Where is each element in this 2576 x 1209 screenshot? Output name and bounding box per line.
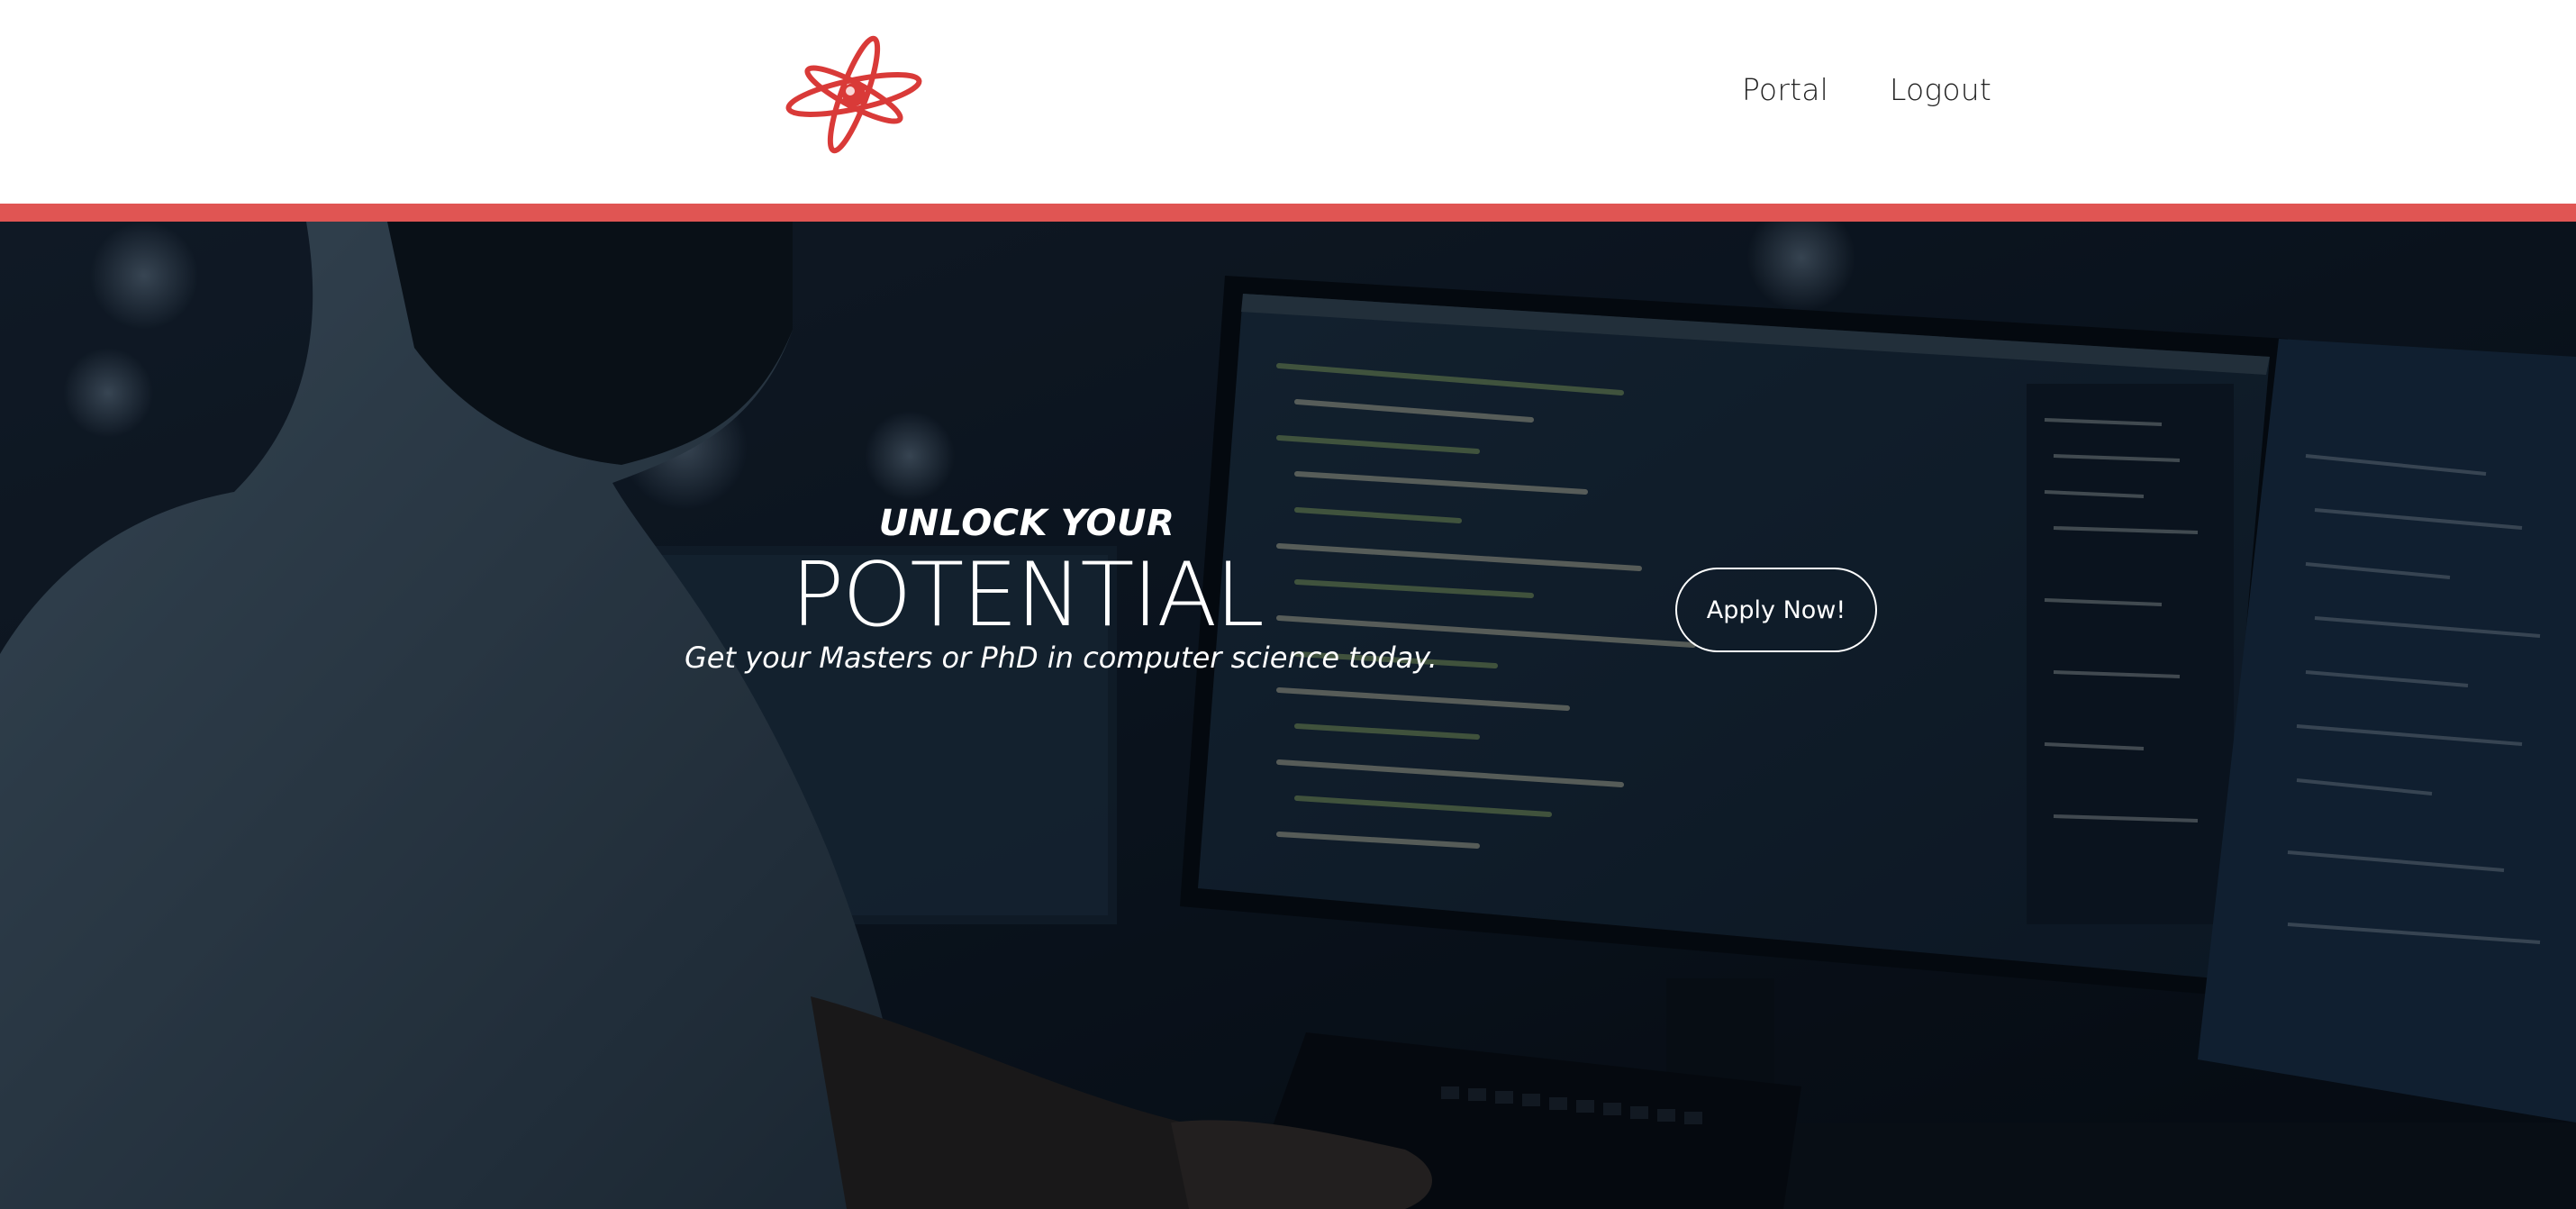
hero-background-image [0, 222, 2576, 1209]
atom-icon[interactable] [782, 34, 926, 156]
hero-section: UNLOCK YOUR POTENTIAL Get your Masters o… [0, 222, 2576, 1209]
hero-text-block: UNLOCK YOUR POTENTIAL Get your Masters o… [685, 501, 1438, 676]
main-nav: Portal Logout [1742, 72, 1991, 107]
apply-now-button[interactable]: Apply Now! [1675, 568, 1877, 652]
site-header: Portal Logout [0, 0, 2576, 204]
hero-subtitle: Get your Masters or PhD in computer scie… [685, 641, 1438, 675]
hero-eyebrow: UNLOCK YOUR [878, 503, 1175, 544]
nav-link-portal[interactable]: Portal [1742, 72, 1828, 107]
header-accent-bar [0, 204, 2576, 222]
nav-link-logout[interactable]: Logout [1890, 72, 1991, 107]
hero-title: POTENTIAL [791, 544, 1265, 647]
